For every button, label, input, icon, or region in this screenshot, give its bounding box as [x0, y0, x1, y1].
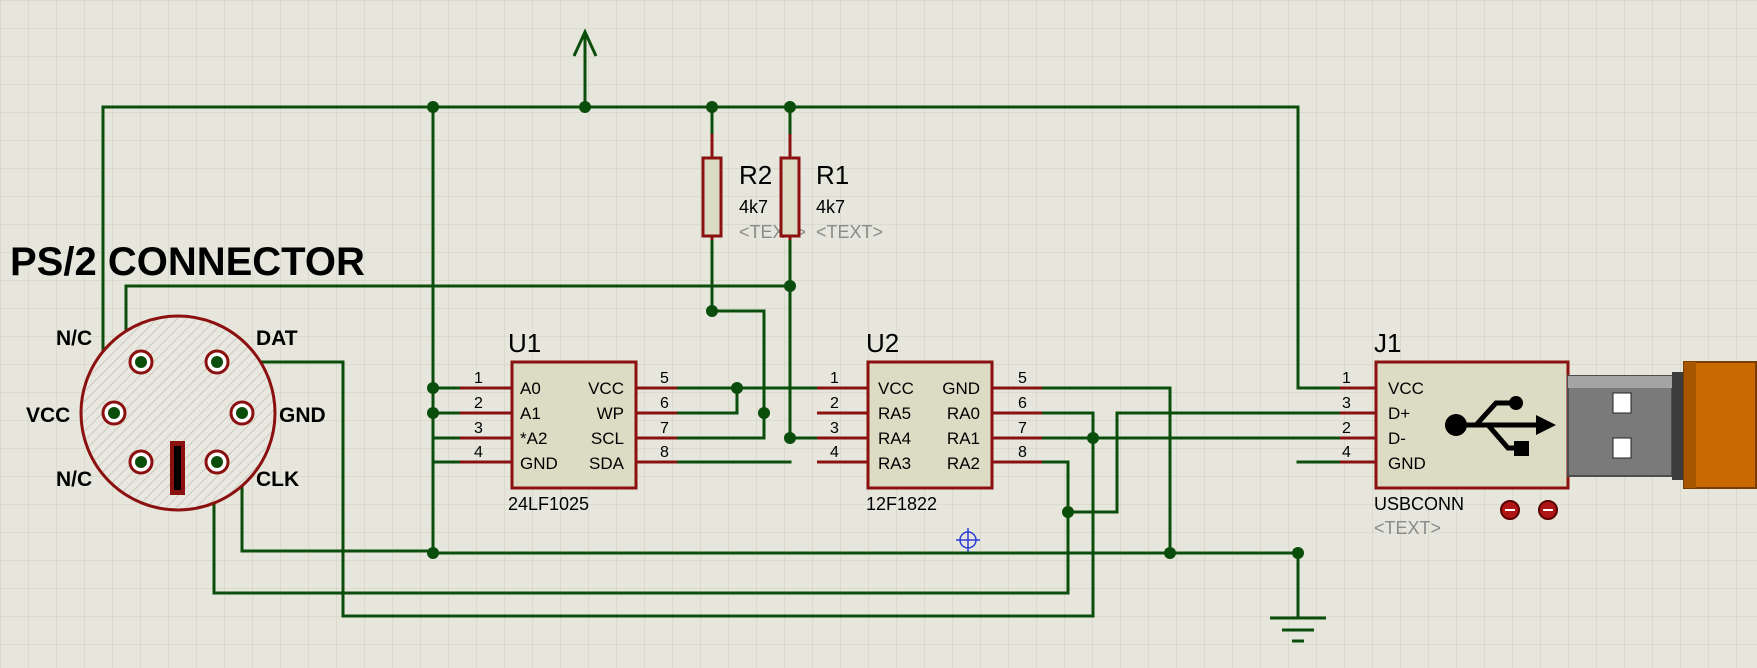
led-indicator-icon — [1538, 500, 1558, 520]
j1-text: <TEXT> — [1374, 518, 1441, 538]
u2-pin-name: RA1 — [947, 429, 980, 448]
u1-pin-num: 5 — [660, 370, 669, 387]
j1-pin-name: VCC — [1388, 379, 1424, 398]
ps2-pin-nc-top[interactable] — [128, 349, 154, 375]
u2-pin-name: RA4 — [878, 429, 911, 448]
u1-pin-name: SCL — [591, 429, 624, 448]
u1-pin-num: 7 — [660, 420, 669, 437]
j1-pin-num: 3 — [1342, 395, 1351, 412]
u2-pin-num: 6 — [1018, 395, 1027, 412]
j1-pin-num: 4 — [1342, 444, 1351, 461]
j1-pin-num: 2 — [1342, 420, 1351, 437]
u1-pin-num: 1 — [474, 370, 483, 387]
ps2-title: PS/2 CONNECTOR — [10, 240, 365, 284]
u2-ref: U2 — [866, 328, 899, 358]
ps2-label-nc-top: N/C — [56, 327, 92, 350]
j1-part: USBCONN — [1374, 494, 1464, 514]
r1-value: 4k7 — [816, 197, 845, 217]
u2-part: 12F1822 — [866, 494, 937, 514]
r2-ref: R2 — [739, 160, 772, 190]
u2-pin-num: 3 — [830, 420, 839, 437]
u2-pin-name: RA5 — [878, 404, 911, 423]
r1-text: <TEXT> — [816, 222, 883, 242]
ps2-pin-clk[interactable] — [204, 449, 230, 475]
ps2-label-nc-bottom: N/C — [56, 468, 92, 491]
r1-ref: R1 — [816, 160, 849, 190]
u1-pin-num: 2 — [474, 395, 483, 412]
u1-pin-name: A0 — [520, 379, 541, 398]
u1-pin-num: 3 — [474, 420, 483, 437]
u2-pin-num: 8 — [1018, 444, 1027, 461]
led-indicator-icon — [1500, 500, 1520, 520]
u2-pin-name: RA0 — [947, 404, 980, 423]
u1-pin-name: A1 — [520, 404, 541, 423]
u1-part: 24LF1025 — [508, 494, 589, 514]
u2-pin-name: VCC — [878, 379, 914, 398]
ps2-pin-gnd[interactable] — [229, 400, 255, 426]
j1-pin-name: D- — [1388, 429, 1406, 448]
j1-ref: J1 — [1374, 328, 1401, 358]
usb-plug — [1567, 361, 1757, 489]
u2-pin-num: 2 — [830, 395, 839, 412]
u2-pin-num: 7 — [1018, 420, 1027, 437]
u1-pin-num: 4 — [474, 444, 483, 461]
u1-pin-num: 6 — [660, 395, 669, 412]
schematic-canvas[interactable]: PS/2 CONNECTOR N/C DAT VCC GND N/C CLK R… — [0, 0, 1757, 668]
ps2-pin-nc-bottom[interactable] — [128, 449, 154, 475]
j1-pin-name: D+ — [1388, 404, 1410, 423]
u1-pin-name: VCC — [588, 379, 624, 398]
u2-pin-name: RA2 — [947, 454, 980, 473]
ps2-label-gnd: GND — [279, 404, 326, 427]
u1-pin-name: GND — [520, 454, 558, 473]
j1-pin-num: 1 — [1342, 370, 1351, 387]
u1-pin-num: 8 — [660, 444, 669, 461]
ps2-label-vcc: VCC — [26, 404, 70, 427]
r2-value: 4k7 — [739, 197, 768, 217]
u2-pin-num: 5 — [1018, 370, 1027, 387]
u1-pin-name: SDA — [589, 454, 625, 473]
j1-pin-name: GND — [1388, 454, 1426, 473]
u1-pin-name: WP — [597, 404, 624, 423]
ps2-label-dat: DAT — [256, 327, 298, 350]
u2-pin-name: RA3 — [878, 454, 911, 473]
u2-pin-num: 1 — [830, 370, 839, 387]
u2-pin-name: GND — [942, 379, 980, 398]
u1-pin-name: *A2 — [520, 429, 547, 448]
u2-pin-num: 4 — [830, 444, 839, 461]
ps2-pin-vcc[interactable] — [101, 400, 127, 426]
ps2-pin-dat[interactable] — [204, 349, 230, 375]
u1-ref: U1 — [508, 328, 541, 358]
ps2-label-clk: CLK — [256, 468, 299, 491]
